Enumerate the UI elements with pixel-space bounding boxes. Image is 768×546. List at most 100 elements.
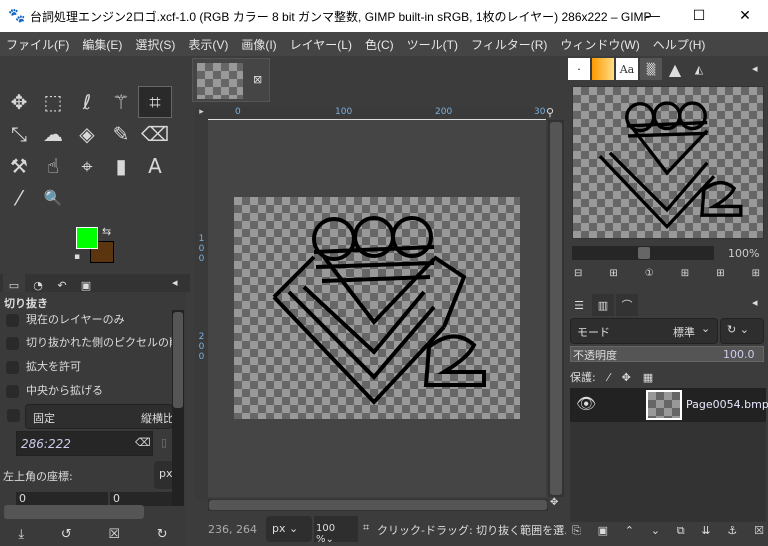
fonts-tab[interactable]: Aa <box>616 58 638 80</box>
tool-lasso-icon[interactable]: ℓ <box>70 86 104 118</box>
tool-clone-icon[interactable]: ⚒ <box>2 150 36 182</box>
canvas-vertical-scrollbar[interactable] <box>548 120 564 497</box>
position-y-input[interactable]: 0 <box>110 492 172 506</box>
fill-window-icon[interactable]: ⊞ <box>716 268 724 279</box>
maximize-button[interactable]: ☐ <box>676 0 722 32</box>
menu-image[interactable]: 画像(I) <box>241 36 276 53</box>
lower-layer-icon[interactable]: ⌄ <box>651 524 660 538</box>
foreground-color-swatch[interactable] <box>76 227 98 249</box>
tool-eraser-icon[interactable]: ⌫ <box>138 118 172 150</box>
scrollbar-horizontal[interactable] <box>4 505 144 519</box>
dock-menu-icon[interactable]: ◂ <box>752 296 758 309</box>
zoom-on-resize-icon[interactable]: ⚲ <box>546 106 554 119</box>
navigation-tab[interactable]: ▲ <box>664 58 686 80</box>
paths-tab[interactable]: ⌒ <box>616 294 638 316</box>
position-x-input[interactable]: 0 <box>16 492 108 506</box>
tool-rect-select-icon[interactable]: ⬚ <box>36 86 70 118</box>
zoom-1-1-icon[interactable]: ① <box>645 268 654 279</box>
ratio-input[interactable]: 286:222 ⌫ <box>16 431 153 456</box>
layer-mode-dropdown[interactable]: モード 標準 ⌄ <box>570 318 718 344</box>
opacity-slider[interactable]: 不透明度 100.0 <box>570 346 764 362</box>
image-tab[interactable]: ⊠ <box>192 58 270 102</box>
channels-tab[interactable]: ▥ <box>592 294 614 316</box>
navigate-icon[interactable]: ✥ <box>550 497 558 508</box>
delete-layer-icon[interactable]: ☒ <box>754 524 764 538</box>
option-delete-cropped[interactable]: 切り抜かれた側のピクセルの削 <box>6 334 174 350</box>
lock-alpha-icon[interactable]: ▦ <box>643 371 653 384</box>
menu-layer[interactable]: レイヤー(L) <box>290 36 352 53</box>
layers-tab[interactable]: ☰ <box>568 294 590 316</box>
brushes-tab[interactable]: · <box>568 58 590 80</box>
layer-row[interactable]: 👁 Page0054.bmp <box>570 388 768 422</box>
default-colors-icon[interactable]: ▪ <box>74 252 80 262</box>
canvas-horizontal-scrollbar[interactable] <box>208 499 548 511</box>
tool-text-icon[interactable]: A <box>138 150 172 182</box>
menu-windows[interactable]: ウィンドウ(W) <box>560 36 639 53</box>
tool-paths-icon[interactable]: ⌖ <box>70 150 104 182</box>
new-layer-icon[interactable]: ⎘ <box>572 524 581 538</box>
close-tab-icon[interactable]: ⊠ <box>253 73 262 86</box>
tool-move-icon[interactable]: ✥ <box>2 86 36 118</box>
menu-select[interactable]: 選択(S) <box>135 36 175 53</box>
fixed-mode-dropdown[interactable]: 固定 縦横比 <box>25 404 173 429</box>
option-current-layer-only[interactable]: 現在のレイヤーのみ <box>6 311 125 327</box>
tool-paintbrush-icon[interactable]: ✎ <box>104 118 138 150</box>
menu-filters[interactable]: フィルター(R) <box>471 36 547 53</box>
navigation-preview[interactable] <box>572 86 764 239</box>
slider-handle[interactable] <box>638 247 650 259</box>
portrait-icon[interactable]: ▯ <box>161 436 167 449</box>
unit-select[interactable]: px ⌄ <box>266 516 312 542</box>
quick-mask-menu-icon[interactable]: ▸ <box>195 107 208 120</box>
duplicate-layer-icon[interactable]: ⧉ <box>677 524 685 538</box>
tool-bucket-fill-icon[interactable]: ◈ <box>70 118 104 150</box>
tool-warp-icon[interactable]: ☁ <box>36 118 70 150</box>
tool-smudge-icon[interactable]: ☝ <box>36 150 70 182</box>
reset-icon[interactable]: ↻ <box>157 527 168 542</box>
restore-preset-icon[interactable]: ↺ <box>61 527 72 542</box>
lock-pixels-icon[interactable]: ⁄ <box>608 371 610 384</box>
close-button[interactable]: ✕ <box>722 0 768 32</box>
anchor-layer-icon[interactable]: ⚓ <box>727 524 737 538</box>
tool-zoom-icon[interactable]: 🔍 <box>36 182 70 214</box>
merge-layer-icon[interactable]: ⇊ <box>701 524 710 538</box>
minimize-button[interactable]: — <box>630 0 676 32</box>
composite-mode-dropdown[interactable]: ↻ ⌄ <box>720 318 764 344</box>
delete-preset-icon[interactable]: ☒ <box>108 527 120 542</box>
save-preset-icon[interactable]: ⤓ <box>18 527 24 542</box>
dock-menu-icon[interactable]: ◂ <box>172 276 178 289</box>
tool-crop-icon[interactable]: ⌗ <box>138 86 172 118</box>
menu-help[interactable]: ヘルプ(H) <box>653 36 706 53</box>
new-layer-group-icon[interactable]: ▣ <box>598 524 608 538</box>
tool-transform-icon[interactable]: ⤡ <box>2 118 36 150</box>
menu-tools[interactable]: ツール(T) <box>407 36 458 53</box>
visibility-eye-icon[interactable]: 👁 <box>576 394 596 413</box>
scrollbar-vertical[interactable] <box>172 310 184 506</box>
menu-view[interactable]: 表示(V) <box>188 36 228 53</box>
patterns-tab[interactable]: ▒ <box>640 58 662 80</box>
layer-name[interactable]: Page0054.bmp <box>686 398 768 411</box>
option-expand-from-center[interactable]: 中央から拡げる <box>6 382 103 398</box>
menu-file[interactable]: ファイル(F) <box>6 36 69 53</box>
raise-layer-icon[interactable]: ⌃ <box>625 524 634 538</box>
lock-position-icon[interactable]: ✥ <box>622 371 631 384</box>
tool-color-picker-icon[interactable]: ⁄ <box>2 182 36 214</box>
zoom-select[interactable]: 100 %⌄ <box>314 516 358 545</box>
image-canvas[interactable] <box>234 197 520 419</box>
zoom-out-icon[interactable]: ⊟ <box>574 268 582 279</box>
histogram-tab[interactable]: ◭ <box>688 58 710 80</box>
clear-icon[interactable]: ⌫ <box>135 436 151 449</box>
menu-colors[interactable]: 色(C) <box>365 36 394 53</box>
swap-colors-icon[interactable]: ⇆ <box>102 225 111 238</box>
shrink-wrap-icon[interactable]: ⊞ <box>752 268 760 279</box>
option-allow-growing[interactable]: 拡大を許可 <box>6 358 81 374</box>
canvas-area[interactable] <box>208 120 546 497</box>
menu-edit[interactable]: 編集(E) <box>82 36 122 53</box>
gradients-tab[interactable] <box>592 58 614 80</box>
tool-fuzzy-select-icon[interactable]: ⚚ <box>104 86 138 118</box>
tool-color-picker-2-icon[interactable]: ▮ <box>104 150 138 182</box>
fit-image-icon[interactable]: ⊞ <box>681 268 689 279</box>
navigation-zoom-slider[interactable] <box>572 246 714 260</box>
fixed-checkbox[interactable] <box>7 409 20 422</box>
dock-menu-icon[interactable]: ◂ <box>752 62 758 75</box>
zoom-in-icon[interactable]: ⊞ <box>609 268 617 279</box>
